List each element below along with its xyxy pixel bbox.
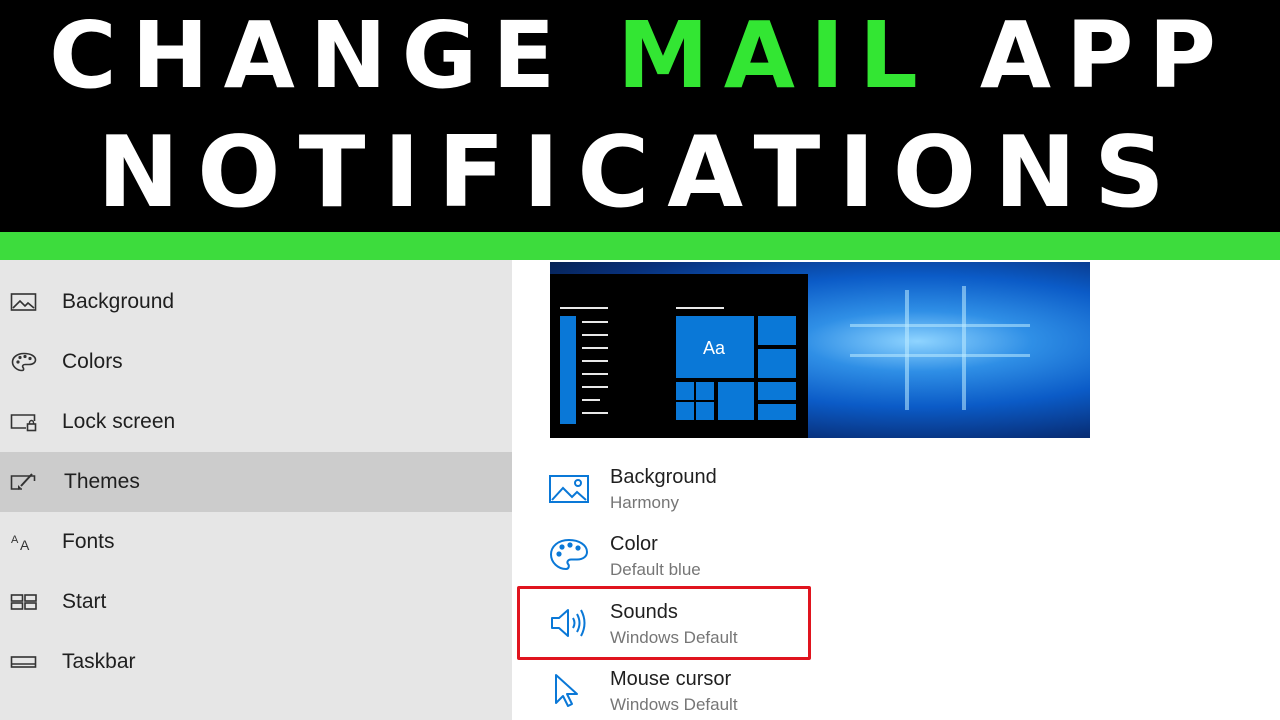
tile <box>696 402 714 420</box>
setting-title: Color <box>610 533 658 555</box>
tile <box>676 402 694 420</box>
window-light-beam <box>850 324 1030 327</box>
cursor-icon <box>548 672 592 708</box>
sidebar-item-lock-screen[interactable]: Lock screen <box>0 392 512 452</box>
app-list-line <box>582 386 608 388</box>
sidebar-item-themes[interactable]: Themes <box>0 452 512 512</box>
svg-text:A: A <box>20 537 30 552</box>
tile <box>676 382 694 400</box>
palette-icon <box>10 352 38 372</box>
start-menu-preview: Aa <box>550 274 808 438</box>
svg-text:A: A <box>11 534 19 546</box>
title-line-2: NOTIFICATIONS <box>97 116 1183 230</box>
sidebar-item-fonts[interactable]: AA Fonts <box>0 512 512 572</box>
sidebar-item-label: Start <box>62 590 107 613</box>
lock-screen-icon <box>10 412 38 432</box>
image-icon <box>10 292 38 312</box>
taskbar-icon <box>10 652 38 672</box>
settings-sidebar: Background Colors Lock screen Themes AA … <box>0 260 512 720</box>
theme-mouse-cursor-setting[interactable]: Mouse cursor Windows Default <box>512 662 1280 720</box>
tile <box>696 382 714 400</box>
app-list-bar <box>560 316 576 424</box>
start-menu-header-line <box>676 307 724 309</box>
app-list-line <box>582 347 608 349</box>
theme-color-setting[interactable]: Color Default blue <box>512 527 1280 587</box>
setting-value: Harmony <box>610 493 679 512</box>
tile-label: Aa <box>703 338 726 358</box>
sidebar-item-label: Colors <box>62 350 123 373</box>
large-tile: Aa <box>676 316 754 378</box>
tile <box>758 349 796 378</box>
title-banner: CHANGE MAIL APP NOTIFICATIONS <box>0 0 1280 232</box>
start-menu-header-line <box>560 307 608 309</box>
sidebar-item-label: Themes <box>64 470 140 493</box>
app-list-line <box>582 412 608 414</box>
setting-title: Mouse cursor <box>610 668 732 690</box>
sidebar-item-background[interactable]: Background <box>0 272 512 332</box>
tile <box>718 382 754 420</box>
window-light-beam <box>905 290 909 410</box>
start-tiles-icon <box>10 592 38 612</box>
sidebar-item-label: Background <box>62 290 175 313</box>
palette-icon <box>548 537 592 573</box>
theme-background-setting[interactable]: Background Harmony <box>512 460 1280 520</box>
green-divider-bar <box>0 232 1280 260</box>
window-light-beam <box>962 286 966 410</box>
sidebar-item-label: Fonts <box>62 530 115 553</box>
image-icon <box>548 470 592 506</box>
title-highlight-mail: MAIL <box>617 2 933 109</box>
setting-value: Default blue <box>610 560 701 579</box>
themes-brush-icon <box>10 472 38 492</box>
theme-preview[interactable]: Aa <box>550 262 1090 438</box>
themes-content-pane: Aa Background Harmony Color Default blue <box>512 260 1280 720</box>
sidebar-item-colors[interactable]: Colors <box>0 332 512 392</box>
title-text-change: CHANGE <box>49 2 618 109</box>
window-light-beam <box>850 354 1030 357</box>
tile <box>758 316 796 345</box>
tile <box>758 382 796 400</box>
setting-title: Background <box>610 466 717 488</box>
tile <box>758 404 796 420</box>
setting-value: Windows Default <box>610 695 738 714</box>
sidebar-item-start[interactable]: Start <box>0 572 512 632</box>
fonts-icon: AA <box>10 532 38 552</box>
app-list-line <box>582 399 600 401</box>
sidebar-item-label: Lock screen <box>62 410 176 433</box>
app-list-line <box>582 360 608 362</box>
sidebar-item-label: Taskbar <box>62 650 136 673</box>
title-text-app: APP <box>932 2 1231 109</box>
app-list-line <box>582 321 608 323</box>
title-line-1: CHANGE MAIL APP <box>0 10 1280 102</box>
app-list-line <box>582 373 608 375</box>
app-list-line <box>582 334 608 336</box>
sidebar-item-taskbar[interactable]: Taskbar <box>0 632 512 692</box>
sounds-highlight-box <box>517 586 811 660</box>
